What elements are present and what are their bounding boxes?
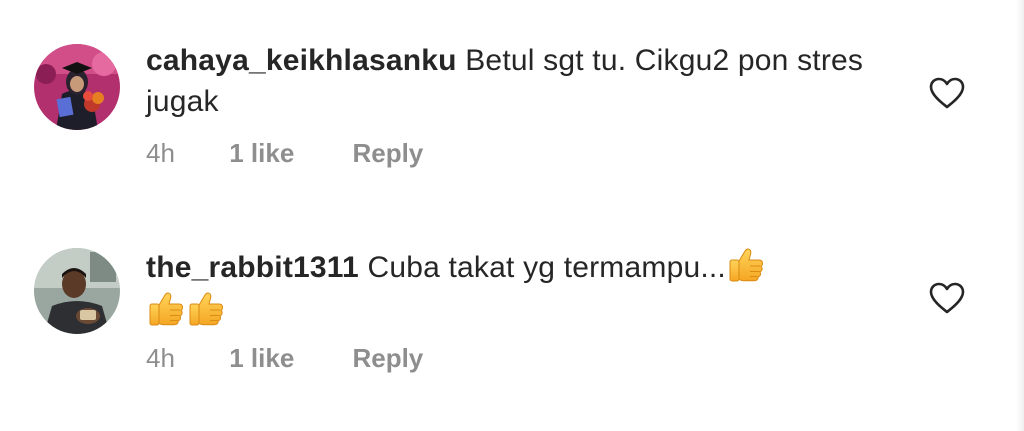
thumbs-up-icon [186,288,226,328]
avatar[interactable] [34,44,120,130]
profile-photo-icon [34,44,120,130]
comment-like-count[interactable]: 1 like [229,343,345,373]
reply-button[interactable]: Reply [352,138,423,168]
comment-meta: 4h 1 like Reply [146,343,423,373]
comment-body: cahaya_keikhlasanku Betul sgt tu. Cikgu2… [146,40,906,122]
screen-edge-divider [1016,0,1024,431]
comment-timestamp: 4h [146,138,175,168]
thumbs-up-icon [146,288,186,328]
comment-like-count[interactable]: 1 like [229,138,345,168]
comment-username[interactable]: cahaya_keikhlasanku [146,44,457,77]
avatar[interactable] [34,248,120,334]
comment-timestamp: 4h [146,343,175,373]
heart-outline-icon[interactable] [928,281,966,315]
comment-username[interactable]: the_rabbit1311 [146,251,359,284]
reply-button[interactable]: Reply [352,343,423,373]
comment-meta: 4h 1 like Reply [146,138,423,168]
thumbs-up-icon [726,244,766,284]
profile-photo-icon [34,248,120,334]
heart-outline-icon[interactable] [928,76,966,110]
comment-text: Cuba takat yg termampu... [367,251,726,284]
comment-body: the_rabbit1311 Cuba takat yg termampu... [146,244,906,332]
